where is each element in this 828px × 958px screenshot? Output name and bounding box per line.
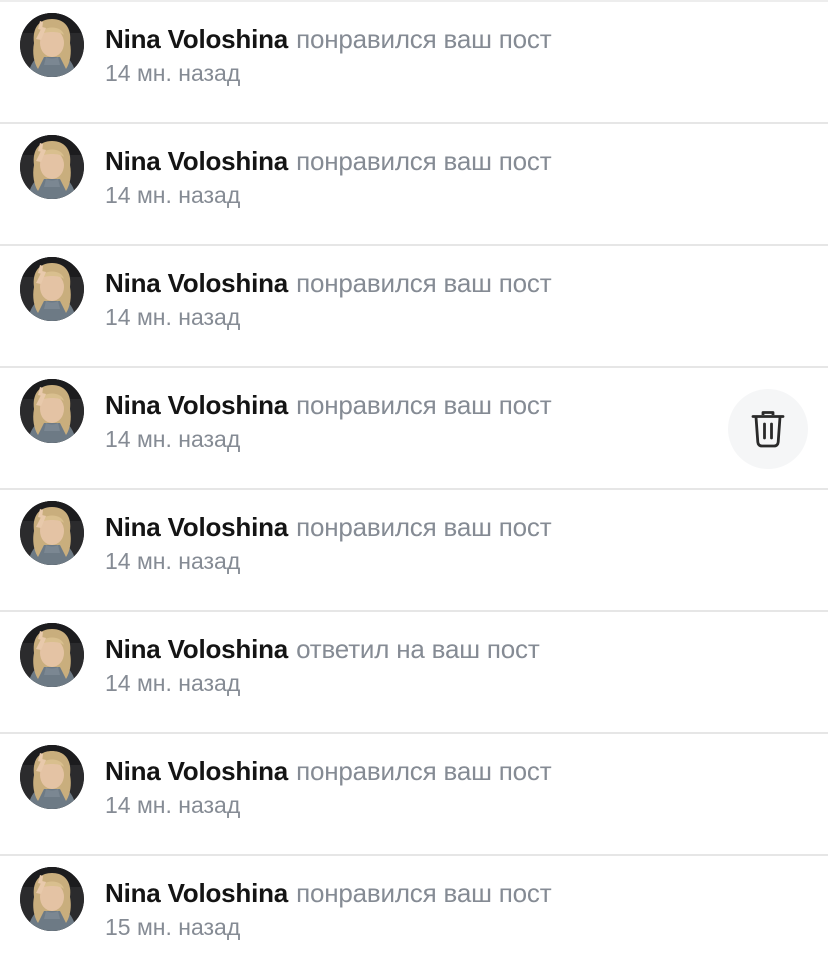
notification-row[interactable]: Nina Voloshina ответил на ваш пост 14 мн.… [0,612,828,734]
trash-icon [751,411,785,448]
notification-time: 14 мн. назад [105,304,241,330]
user-name[interactable]: Nina Voloshina [105,268,288,298]
notification-time: 14 мн. назад [105,548,241,574]
notification-action: ответил на ваш пост [296,634,540,664]
notification-action: понравился ваш пост [296,878,552,908]
notification-text: Nina Voloshina понравился ваш пост [105,267,552,299]
user-name[interactable]: Nina Voloshina [105,24,288,54]
avatar[interactable] [20,501,84,565]
notification-time: 15 мн. назад [105,914,241,940]
notification-row[interactable]: Nina Voloshina понравился ваш пост 14 мн.… [0,124,828,246]
notification-text: Nina Voloshina понравился ваш пост [105,511,552,543]
notification-action: понравился ваш пост [296,24,552,54]
notification-time: 14 мн. назад [105,792,241,818]
delete-button[interactable] [728,389,808,469]
notification-row[interactable]: Nina Voloshina понравился ваш пост 14 мн.… [0,368,828,490]
user-name[interactable]: Nina Voloshina [105,390,288,420]
user-name[interactable]: Nina Voloshina [105,146,288,176]
avatar[interactable] [20,13,84,77]
notification-row[interactable]: Nina Voloshina понравился ваш пост 14 мн.… [0,490,828,612]
notification-text: Nina Voloshina понравился ваш пост [105,755,552,787]
notification-row[interactable]: Nina Voloshina понравился ваш пост 14 мн.… [0,246,828,368]
user-name[interactable]: Nina Voloshina [105,634,288,664]
avatar[interactable] [20,867,84,931]
notification-action: понравился ваш пост [296,512,552,542]
avatar[interactable] [20,745,84,809]
notification-time: 14 мн. назад [105,182,241,208]
notification-row[interactable]: Nina Voloshina понравился ваш пост 14 мн.… [0,734,828,856]
notification-time: 14 мн. назад [105,670,241,696]
notification-time: 14 мн. назад [105,60,241,86]
notification-text: Nina Voloshina понравился ваш пост [105,23,552,55]
notification-text: Nina Voloshina понравился ваш пост [105,389,552,421]
user-name[interactable]: Nina Voloshina [105,878,288,908]
notification-row[interactable]: Nina Voloshina понравился ваш пост 14 мн.… [0,2,828,124]
notification-action: понравился ваш пост [296,146,552,176]
notification-list: Nina Voloshina понравился ваш пост 14 мн.… [0,0,828,958]
notification-text: Nina Voloshina ответил на ваш пост [105,633,540,665]
notification-action: понравился ваш пост [296,390,552,420]
notification-row[interactable]: Nina Voloshina понравился ваш пост 15 мн.… [0,856,828,958]
avatar[interactable] [20,623,84,687]
notification-action: понравился ваш пост [296,268,552,298]
avatar[interactable] [20,135,84,199]
avatar[interactable] [20,257,84,321]
notification-time: 14 мн. назад [105,426,241,452]
notification-action: понравился ваш пост [296,756,552,786]
notification-text: Nina Voloshina понравился ваш пост [105,877,552,909]
avatar[interactable] [20,379,84,443]
notification-text: Nina Voloshina понравился ваш пост [105,145,552,177]
user-name[interactable]: Nina Voloshina [105,756,288,786]
user-name[interactable]: Nina Voloshina [105,512,288,542]
